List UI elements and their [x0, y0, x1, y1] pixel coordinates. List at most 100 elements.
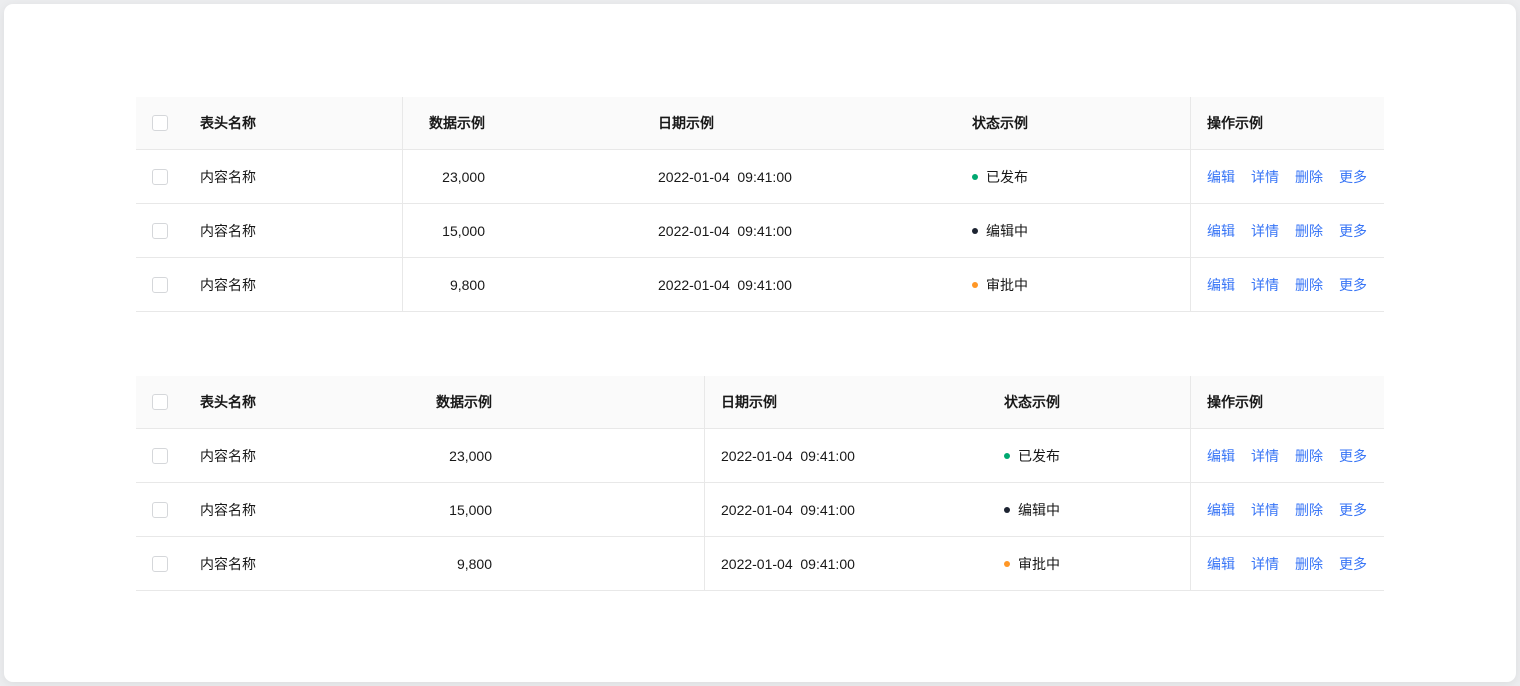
header-checkbox-cell: [136, 376, 184, 428]
cell-name: 内容名称: [184, 483, 403, 536]
more-link[interactable]: 更多: [1339, 446, 1367, 466]
cell-status: 编辑中: [956, 204, 1190, 257]
cell-data: 23,000: [403, 429, 508, 482]
cell-actions: 编辑 详情 删除 更多: [1190, 429, 1384, 482]
status-label: 审批中: [986, 275, 1028, 295]
more-link[interactable]: 更多: [1339, 554, 1367, 574]
delete-link[interactable]: 删除: [1295, 167, 1323, 187]
delete-link[interactable]: 删除: [1295, 221, 1323, 241]
cell-name: 内容名称: [184, 537, 403, 590]
checkbox-cell: [136, 429, 184, 482]
detail-link[interactable]: 详情: [1251, 554, 1279, 574]
table-row: 内容名称 15,000 2022-01-04 09:41:00 编辑中 编辑 详…: [136, 483, 1384, 537]
cell-name: 内容名称: [184, 204, 403, 257]
cell-data: 15,000: [403, 204, 501, 257]
status-dot: [1004, 561, 1010, 567]
row-checkbox[interactable]: [152, 502, 168, 518]
cell-actions: 编辑 详情 删除 更多: [1190, 204, 1384, 257]
cell-date: 2022-01-04 09:41:00: [705, 429, 988, 482]
cell-actions: 编辑 详情 删除 更多: [1190, 537, 1384, 590]
table-1: 表头名称 数据示例 日期示例 状态示例 操作示例 内容名称 23,000 202…: [136, 97, 1384, 312]
status-dot: [1004, 507, 1010, 513]
select-all-checkbox[interactable]: [152, 115, 168, 131]
row-checkbox[interactable]: [152, 223, 168, 239]
table-2-header-row: 表头名称 数据示例 日期示例 状态示例 操作示例: [136, 376, 1384, 429]
page-background: { "colors": { "page_bg": "#ecedef", "car…: [0, 0, 1520, 686]
detail-link[interactable]: 详情: [1251, 167, 1279, 187]
table-1-header-row: 表头名称 数据示例 日期示例 状态示例 操作示例: [136, 97, 1384, 150]
cell-name: 内容名称: [184, 429, 403, 482]
cell-actions: 编辑 详情 删除 更多: [1190, 483, 1384, 536]
content-card: 表头名称 数据示例 日期示例 状态示例 操作示例 内容名称 23,000 202…: [4, 4, 1516, 682]
row-checkbox[interactable]: [152, 448, 168, 464]
cell-date: 2022-01-04 09:41:00: [642, 204, 956, 257]
cell-data: 9,800: [403, 258, 501, 311]
more-link[interactable]: 更多: [1339, 500, 1367, 520]
status-label: 编辑中: [1018, 500, 1060, 520]
checkbox-cell: [136, 258, 184, 311]
edit-link[interactable]: 编辑: [1207, 554, 1235, 574]
status-label: 编辑中: [986, 221, 1028, 241]
delete-link[interactable]: 删除: [1295, 500, 1323, 520]
more-link[interactable]: 更多: [1339, 167, 1367, 187]
column-header-name: 表头名称: [184, 97, 403, 149]
cell-date: 2022-01-04 09:41:00: [705, 537, 988, 590]
column-header-data: 数据示例: [403, 376, 508, 428]
spacer-cell: [501, 97, 642, 149]
status-label: 已发布: [1018, 446, 1060, 466]
cell-status: 审批中: [956, 258, 1190, 311]
cell-status: 已发布: [988, 429, 1190, 482]
row-checkbox[interactable]: [152, 277, 168, 293]
edit-link[interactable]: 编辑: [1207, 167, 1235, 187]
column-header-date: 日期示例: [705, 376, 988, 428]
spacer-cell: [501, 150, 642, 203]
cell-date: 2022-01-04 09:41:00: [642, 258, 956, 311]
detail-link[interactable]: 详情: [1251, 446, 1279, 466]
delete-link[interactable]: 删除: [1295, 275, 1323, 295]
header-checkbox-cell: [136, 97, 184, 149]
cell-status: 已发布: [956, 150, 1190, 203]
column-header-actions: 操作示例: [1190, 97, 1384, 149]
edit-link[interactable]: 编辑: [1207, 221, 1235, 241]
cell-actions: 编辑 详情 删除 更多: [1190, 258, 1384, 311]
spacer-cell: [501, 258, 642, 311]
column-header-name: 表头名称: [184, 376, 403, 428]
cell-date: 2022-01-04 09:41:00: [642, 150, 956, 203]
spacer-cell: [508, 537, 705, 590]
edit-link[interactable]: 编辑: [1207, 275, 1235, 295]
table-2: 表头名称 数据示例 日期示例 状态示例 操作示例 内容名称 23,000 202…: [136, 376, 1384, 591]
cell-date: 2022-01-04 09:41:00: [705, 483, 988, 536]
column-header-status: 状态示例: [956, 97, 1190, 149]
table-row: 内容名称 23,000 2022-01-04 09:41:00 已发布 编辑 详…: [136, 429, 1384, 483]
edit-link[interactable]: 编辑: [1207, 500, 1235, 520]
column-header-status: 状态示例: [988, 376, 1190, 428]
status-dot: [972, 174, 978, 180]
more-link[interactable]: 更多: [1339, 221, 1367, 241]
column-header-actions: 操作示例: [1190, 376, 1384, 428]
edit-link[interactable]: 编辑: [1207, 446, 1235, 466]
delete-link[interactable]: 删除: [1295, 446, 1323, 466]
detail-link[interactable]: 详情: [1251, 500, 1279, 520]
select-all-checkbox[interactable]: [152, 394, 168, 410]
table-row: 内容名称 9,800 2022-01-04 09:41:00 审批中 编辑 详情…: [136, 537, 1384, 591]
cell-name: 内容名称: [184, 258, 403, 311]
spacer-cell: [508, 483, 705, 536]
row-checkbox[interactable]: [152, 169, 168, 185]
delete-link[interactable]: 删除: [1295, 554, 1323, 574]
spacer-cell: [508, 376, 705, 428]
column-header-data: 数据示例: [403, 97, 501, 149]
spacer-cell: [501, 204, 642, 257]
checkbox-cell: [136, 150, 184, 203]
detail-link[interactable]: 详情: [1251, 275, 1279, 295]
more-link[interactable]: 更多: [1339, 275, 1367, 295]
cell-data: 9,800: [403, 537, 508, 590]
row-checkbox[interactable]: [152, 556, 168, 572]
status-label: 已发布: [986, 167, 1028, 187]
cell-data: 23,000: [403, 150, 501, 203]
table-row: 内容名称 9,800 2022-01-04 09:41:00 审批中 编辑 详情…: [136, 258, 1384, 312]
cell-status: 编辑中: [988, 483, 1190, 536]
detail-link[interactable]: 详情: [1251, 221, 1279, 241]
checkbox-cell: [136, 204, 184, 257]
cell-data: 15,000: [403, 483, 508, 536]
status-dot: [972, 282, 978, 288]
